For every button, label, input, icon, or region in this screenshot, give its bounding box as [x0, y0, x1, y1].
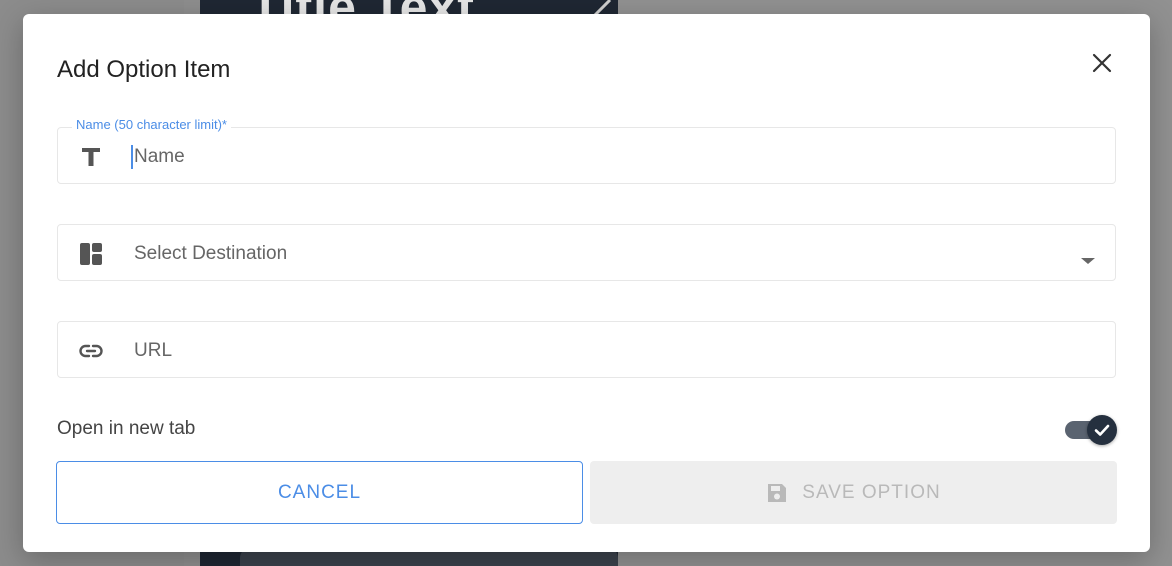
cancel-button[interactable]: CANCEL — [56, 461, 583, 524]
open-new-tab-toggle[interactable] — [1065, 415, 1117, 445]
cancel-button-label: CANCEL — [277, 481, 362, 503]
name-field[interactable]: Name (50 character limit)* Name — [57, 117, 1116, 184]
name-field-label: Name (50 character limit)* — [72, 117, 231, 132]
destination-select[interactable]: Select Destination — [57, 224, 1116, 281]
floppy-disk-icon — [768, 483, 787, 502]
add-option-dialog: Add Option Item Name (50 character limit… — [23, 14, 1150, 552]
dialog-title: Add Option Item — [57, 56, 231, 83]
chevron-down-icon[interactable] — [1081, 258, 1095, 264]
save-option-button-label: SAVE OPTION — [802, 481, 941, 503]
check-icon — [1094, 424, 1110, 436]
save-option-button[interactable]: SAVE OPTION — [590, 461, 1117, 524]
destination-select-value: Select Destination — [134, 243, 288, 264]
url-input[interactable]: URL — [134, 340, 172, 362]
layout-icon — [80, 243, 102, 265]
name-input[interactable]: Name — [134, 146, 185, 168]
open-new-tab-label: Open in new tab — [57, 418, 196, 439]
toggle-knob — [1087, 415, 1117, 445]
url-field[interactable]: URL — [57, 321, 1116, 378]
link-icon — [79, 344, 103, 358]
text-caret — [131, 145, 133, 169]
close-icon — [1092, 53, 1112, 73]
text-format-icon — [82, 148, 100, 166]
close-button[interactable] — [1087, 48, 1117, 78]
